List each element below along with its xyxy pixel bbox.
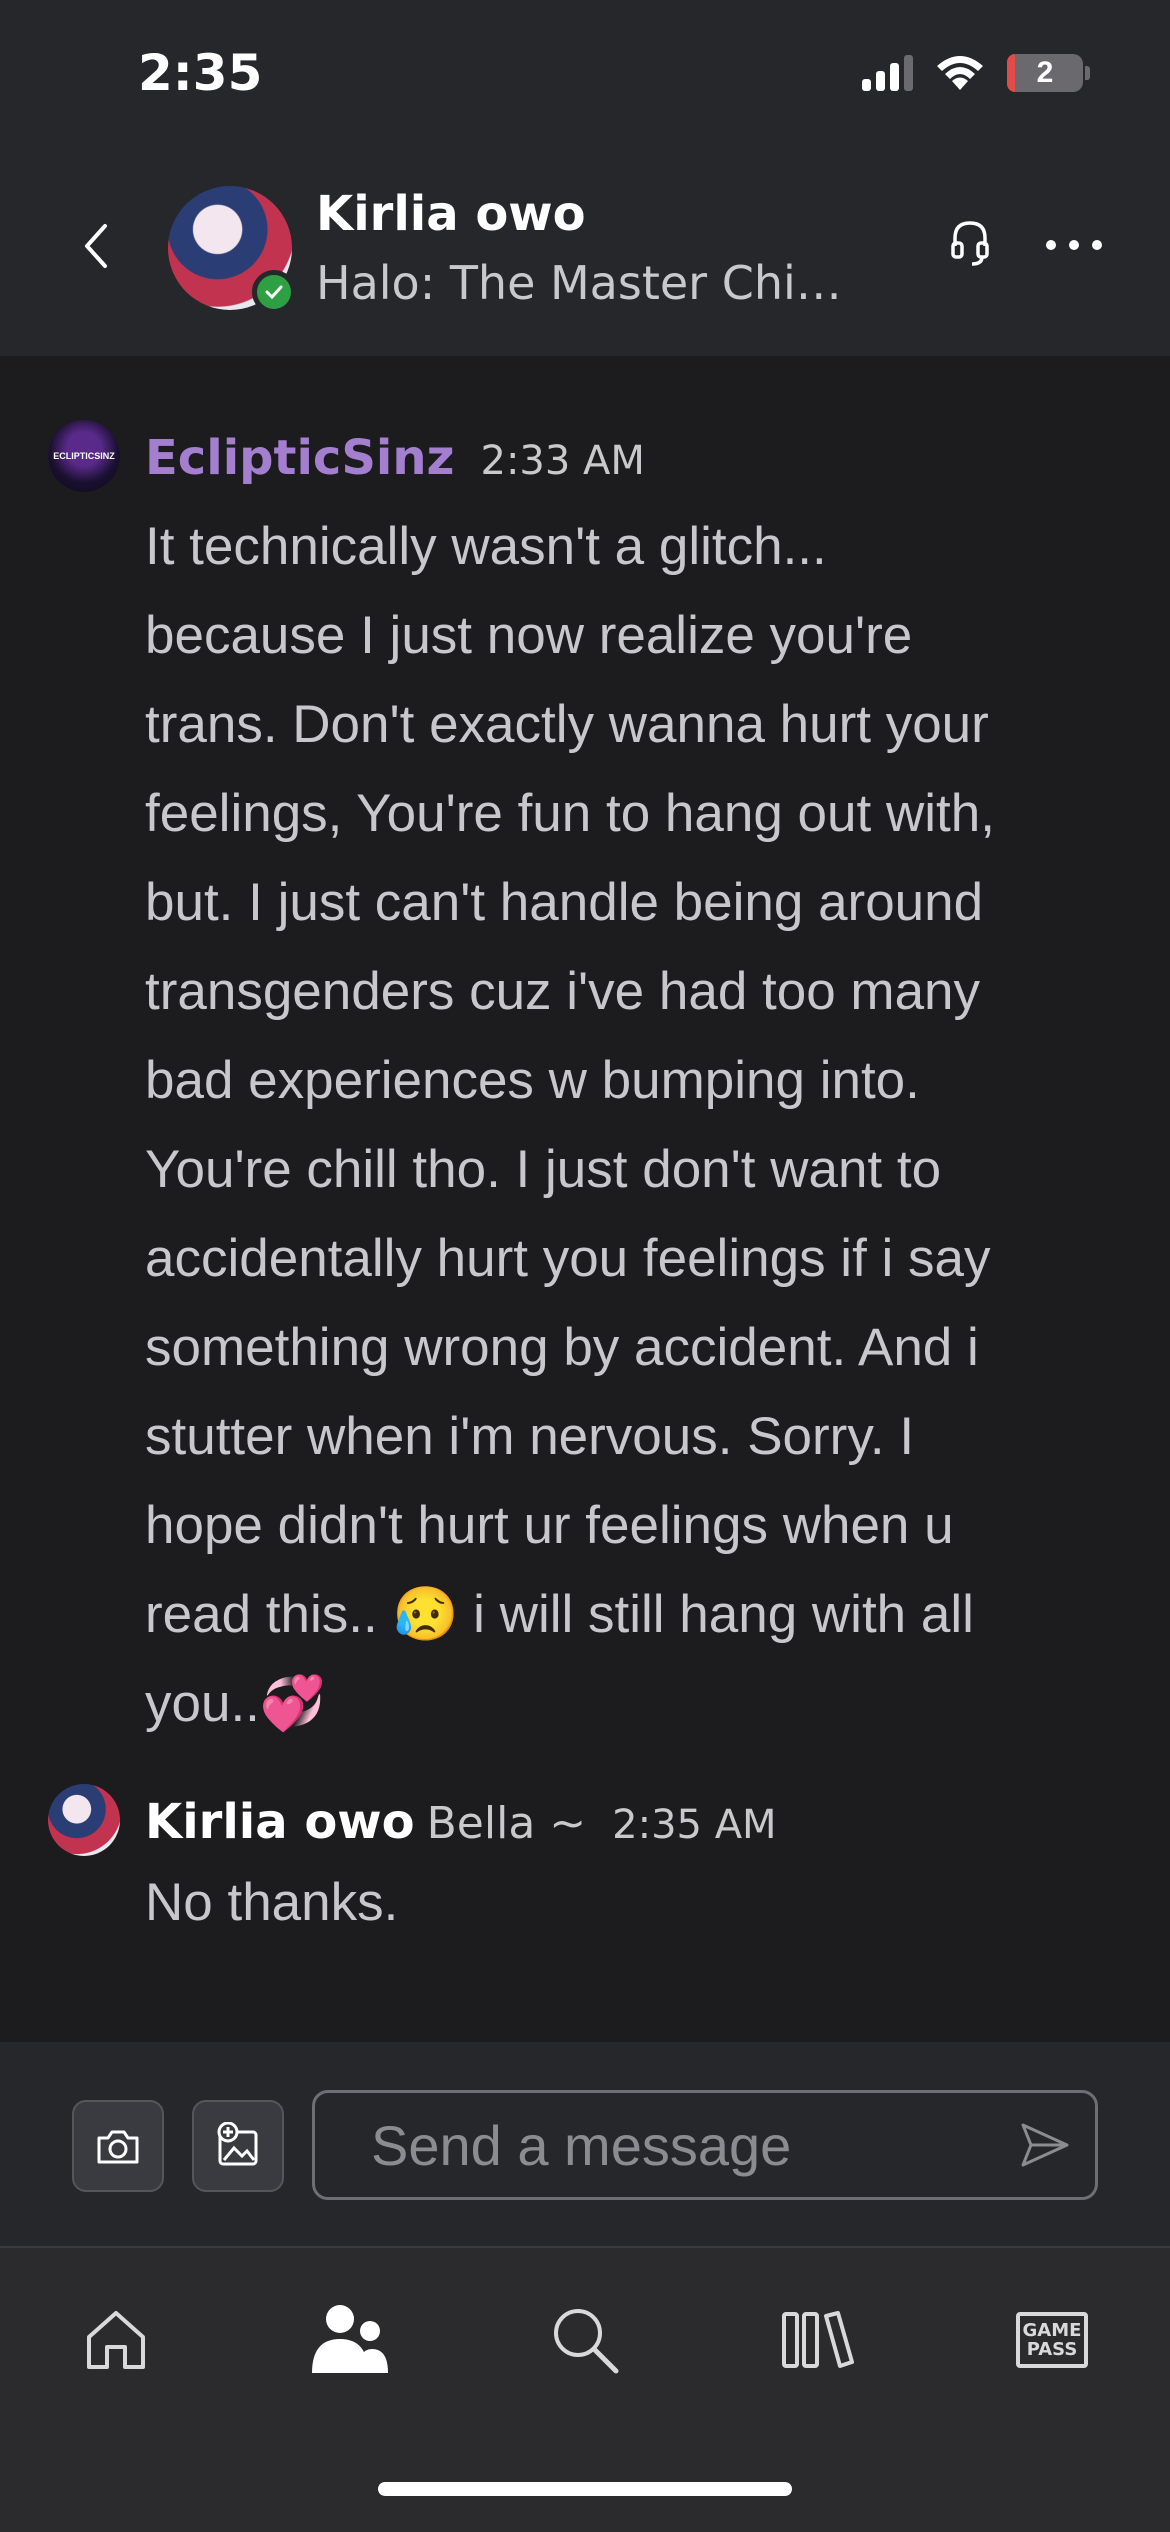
camera-button[interactable] <box>72 2100 164 2192</box>
message-line: something wrong by accident. And i <box>145 1318 979 1377</box>
home-indicator[interactable] <box>378 2482 792 2496</box>
message-line: feelings, You're fun to hang out with, <box>145 784 995 843</box>
contact-avatar[interactable] <box>168 186 296 314</box>
home-icon <box>87 2311 145 2369</box>
message-author-subtitle: Bella ~ <box>426 1798 587 1849</box>
message-author[interactable]: Kirlia owo <box>145 1794 415 1850</box>
game-pass-label-2: PASS <box>1026 2339 1078 2360</box>
friends-icon <box>312 2305 388 2373</box>
more-options-button[interactable] <box>1046 230 1102 260</box>
add-image-icon <box>217 2122 258 2166</box>
message-line: bad experiences w bumping into. <box>145 1051 920 1110</box>
nav-search[interactable] <box>545 2300 625 2380</box>
chevron-left-icon <box>85 224 107 268</box>
headset-button[interactable] <box>950 218 1006 278</box>
cellular-signal-icon <box>862 55 913 91</box>
message-text: No thanks. <box>145 1873 399 1932</box>
message-composer: Send a message <box>0 2042 1170 2248</box>
message-line: hope didn't hurt ur feelings when u <box>145 1496 954 1555</box>
status-icons: 2 <box>862 54 1090 92</box>
message-input[interactable]: Send a message <box>312 2090 1098 2200</box>
sender-avatar[interactable]: ECLIPTICSINZ <box>48 420 120 492</box>
back-button[interactable] <box>68 218 124 274</box>
message-time: 2:35 AM <box>612 1802 777 1848</box>
more-dot <box>1069 240 1079 250</box>
message-header: Kirlia owo Bella ~ 2:35 AM <box>145 1794 777 1850</box>
message-line: read this.. 😥 i will still hang with all <box>145 1585 974 1644</box>
message-line: because I just now realize you're <box>145 606 913 665</box>
message-line: you..💞 <box>145 1674 326 1733</box>
library-icon <box>782 2311 854 2368</box>
more-dot <box>1092 240 1102 250</box>
status-time: 2:35 <box>138 44 263 102</box>
message-line: accidentally hurt you feelings if i say <box>145 1229 991 1288</box>
message-line: stutter when i'm nervous. Sorry. I <box>145 1407 915 1466</box>
search-icon <box>554 2309 619 2374</box>
nav-game-pass[interactable]: GAME PASS <box>1012 2300 1092 2380</box>
send-icon[interactable] <box>1017 2117 1073 2173</box>
nav-friends[interactable] <box>310 2300 390 2380</box>
contact-status: Halo: The Master Chief Collection <box>316 256 856 310</box>
nav-home[interactable] <box>76 2300 156 2380</box>
add-image-button[interactable] <box>192 2100 284 2192</box>
message-input-placeholder: Send a message <box>371 2113 792 2177</box>
camera-icon <box>97 2130 139 2164</box>
avatar-text: ECLIPTICSINZ <box>53 451 115 461</box>
message-line: transgenders cuz i've had too many <box>145 962 981 1021</box>
wifi-icon <box>937 56 983 90</box>
more-dot <box>1046 240 1056 250</box>
battery-tip <box>1085 66 1090 80</box>
message-line: You're chill tho. I just don't want to <box>145 1140 942 1199</box>
message-author[interactable]: EclipticSinz <box>145 430 455 486</box>
message-text: It technically wasn't a glitch... becaus… <box>145 502 1105 1748</box>
message-line: It technically wasn't a glitch... <box>145 517 827 576</box>
game-pass-label-1: GAME <box>1022 2320 1082 2341</box>
nav-library[interactable] <box>778 2300 858 2380</box>
message-header: EclipticSinz 2:33 AM <box>145 430 645 486</box>
message-line: but. I just can't handle being around <box>145 873 984 932</box>
online-status-icon <box>252 270 296 314</box>
battery-level: 2 <box>1036 56 1054 89</box>
message-line: trans. Don't exactly wanna hurt your <box>145 695 989 754</box>
headset-icon <box>951 221 989 266</box>
top-bar: 2:35 2 Kirlia owo Halo: The Master Chief <box>0 0 1170 356</box>
game-pass-icon: GAME PASS <box>1016 2312 1088 2368</box>
contact-name[interactable]: Kirlia owo <box>316 186 586 242</box>
battery-icon: 2 <box>1007 54 1083 92</box>
message-time: 2:33 AM <box>480 438 645 484</box>
sender-avatar[interactable] <box>48 1784 120 1856</box>
